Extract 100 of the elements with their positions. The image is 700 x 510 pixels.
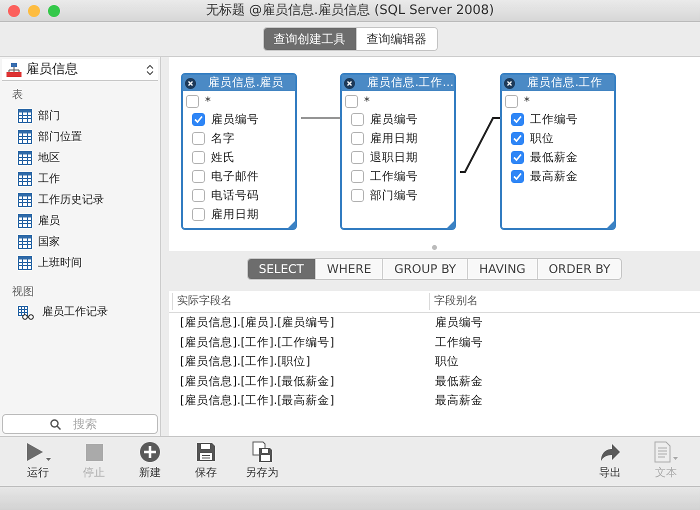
checkbox[interactable] (351, 151, 364, 164)
table-title: 雇员信息.工作 (526, 74, 603, 92)
checkbox[interactable] (511, 170, 524, 183)
checkbox[interactable] (186, 95, 199, 108)
resize-handle[interactable] (447, 221, 454, 228)
table-cell-text: [雇员信息].[雇员].[雇员编号] (179, 314, 336, 332)
checkbox[interactable] (345, 95, 358, 108)
stepper-icon (146, 64, 154, 76)
close-icon[interactable] (504, 78, 515, 88)
join-line (460, 117, 500, 173)
field-label: * (364, 92, 370, 110)
table-cell-text: 最低薪金 (434, 372, 483, 390)
view-icon (18, 306, 36, 320)
sidebar-item[interactable]: 地区 (0, 148, 160, 168)
table-icon (18, 151, 32, 165)
sidebar-item[interactable]: 部门 (0, 106, 160, 126)
table-title: 雇员信息.工作... (366, 74, 454, 92)
field-label: 电话号码 (211, 186, 259, 204)
table-title: 雇员信息.雇员 (207, 74, 284, 92)
table-cell-text: 最高薪金 (434, 392, 483, 410)
table-cell-text: 职位 (434, 353, 459, 370)
checkbox[interactable] (505, 95, 518, 108)
field-label: 退职日期 (370, 148, 418, 166)
field-label: 工作编号 (530, 110, 578, 128)
table-icon (18, 256, 32, 270)
table-cell-text: [雇员信息].[工作].[工作编号] (179, 334, 336, 351)
table-cell-text: [雇员信息].[工作].[职位] (179, 353, 312, 370)
checkbox[interactable] (351, 170, 364, 183)
field-label: 雇员编号 (211, 110, 259, 128)
section-heading: 表 (11, 87, 24, 103)
floppy-disks-icon (251, 441, 273, 464)
database-name: 雇员信息 (26, 60, 79, 79)
sidebar-item[interactable]: 部门位置 (0, 126, 160, 148)
checkbox[interactable] (511, 132, 524, 145)
database-selector[interactable]: 雇员信息 (2, 59, 158, 81)
resize-handle[interactable] (607, 221, 614, 228)
toolbar-button[interactable]: 另存为 (236, 441, 288, 482)
plus-icon (139, 441, 161, 464)
mode-tab[interactable]: 查询创建工具 (264, 28, 356, 50)
sidebar-item[interactable]: 工作 (0, 168, 160, 190)
section-heading: 视图 (11, 284, 35, 300)
database-icon (6, 62, 22, 78)
clause-tab[interactable]: SELECT (248, 259, 315, 279)
zoom-button[interactable] (48, 5, 60, 17)
clause-tab[interactable]: GROUP BY (382, 259, 468, 279)
table-icon (18, 172, 32, 186)
checkbox[interactable] (192, 189, 205, 202)
checkbox[interactable] (192, 151, 205, 164)
field-label: 工作编号 (370, 168, 418, 185)
table-cell-text: 雇员编号 (434, 314, 483, 332)
clause-tab[interactable]: WHERE (314, 259, 382, 279)
sidebar-item[interactable]: 工作历史记录 (0, 190, 160, 210)
close-icon[interactable] (185, 78, 196, 88)
table-icon (18, 235, 32, 249)
toolbar-button[interactable]: 导出 (584, 441, 636, 482)
stop-icon (83, 441, 105, 464)
checkbox[interactable] (351, 189, 364, 202)
field-label: * (524, 92, 530, 110)
checkbox[interactable] (192, 132, 205, 145)
clause-tab[interactable]: HAVING (467, 259, 537, 279)
toolbar-button[interactable]: 运行 (12, 441, 64, 482)
checkbox[interactable] (511, 151, 524, 164)
sidebar-item[interactable]: 雇员工作记录 (0, 302, 160, 323)
checkbox[interactable] (351, 113, 364, 126)
close-icon[interactable] (344, 78, 355, 88)
field-label: 职位 (530, 130, 554, 147)
minimize-button[interactable] (28, 5, 40, 17)
sidebar-item[interactable]: 雇员 (0, 210, 160, 232)
field-label: 雇用日期 (211, 206, 259, 223)
field-label: 电子邮件 (211, 168, 259, 185)
table-cell-text: [雇员信息].[工作].[最低薪金] (179, 372, 336, 390)
toolbar-button[interactable]: 新建 (124, 441, 176, 482)
resize-handle[interactable] (288, 221, 295, 228)
toolbar-button[interactable]: 保存 (180, 441, 232, 482)
join-line (301, 117, 340, 119)
field-label: 姓氏 (211, 148, 235, 166)
table-cell-text: [雇员信息].[工作].[最高薪金] (179, 392, 336, 410)
checkbox[interactable] (192, 208, 205, 221)
table-icon (18, 130, 32, 144)
column-header[interactable]: 字段别名 (429, 293, 478, 310)
curved-arrow-icon (598, 441, 622, 464)
clause-tab[interactable]: ORDER BY (536, 259, 622, 279)
splitter-handle[interactable] (432, 244, 437, 250)
sidebar-item[interactable]: 国家 (0, 232, 160, 252)
table-icon (18, 193, 32, 207)
table-cell-text: 工作编号 (434, 334, 483, 351)
sidebar-item[interactable]: 上班时间 (0, 252, 160, 274)
close-button[interactable] (8, 5, 20, 17)
search-field[interactable]: 搜索 (2, 414, 158, 434)
checkbox[interactable] (511, 113, 524, 126)
checkbox[interactable] (192, 113, 205, 126)
mode-tab[interactable]: 查询编辑器 (356, 28, 436, 50)
document-icon (652, 441, 680, 464)
play-icon (24, 441, 52, 464)
field-label: 最低薪金 (530, 148, 578, 166)
checkbox[interactable] (351, 132, 364, 145)
column-header[interactable]: 实际字段名 (172, 293, 429, 310)
checkbox[interactable] (192, 170, 205, 183)
field-label: * (205, 92, 211, 110)
field-label: 部门编号 (370, 186, 418, 204)
